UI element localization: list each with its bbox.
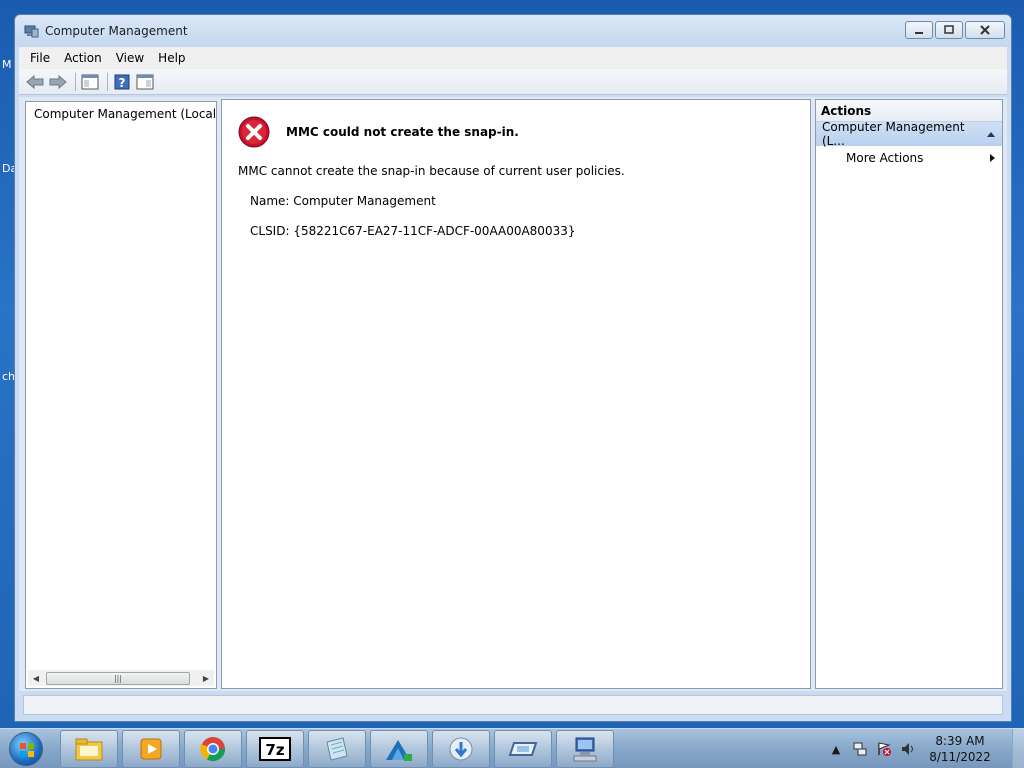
- console-tree-pane: Computer Management (Local ◀ ||| ▶: [25, 101, 217, 689]
- menu-bar: File Action View Help: [19, 47, 1007, 69]
- svg-text:7z: 7z: [265, 741, 284, 759]
- clock-time: 8:39 AM: [935, 734, 985, 748]
- windows-logo-icon: [9, 732, 43, 766]
- forward-arrow-icon[interactable]: [48, 72, 68, 92]
- toolbar: ?: [19, 69, 1007, 95]
- actions-header: Actions: [816, 100, 1002, 122]
- error-message: MMC cannot create the snap-in because of…: [238, 164, 625, 178]
- result-pane: MMC could not create the snap-in. MMC ca…: [221, 99, 811, 689]
- taskbar-chrome-button[interactable]: [184, 730, 242, 768]
- update-icon: [449, 737, 473, 761]
- toolbar-separator: [107, 72, 108, 91]
- status-bar: [23, 695, 1003, 715]
- 7zip-icon: 7z: [259, 737, 291, 761]
- scroll-left-icon[interactable]: ◀: [28, 674, 44, 683]
- tree-item-computer-management[interactable]: Computer Management (Local: [26, 102, 216, 126]
- taskbar-update-button[interactable]: [432, 730, 490, 768]
- taskbar-wireshark-button[interactable]: [370, 730, 428, 768]
- network-status-icon[interactable]: [852, 741, 868, 757]
- computer-management-window: Computer Management File Action View Hel…: [14, 14, 1012, 722]
- tree-item-label: Computer Management (Local: [34, 107, 216, 121]
- error-icon: [238, 116, 270, 148]
- more-actions-item[interactable]: More Actions: [816, 146, 1002, 170]
- show-hidden-icons-icon[interactable]: ▲: [828, 741, 844, 757]
- svg-text:?: ?: [119, 76, 126, 90]
- network-icon: [508, 742, 538, 756]
- error-title: MMC could not create the snap-in.: [286, 125, 519, 139]
- actions-pane: Actions Computer Management (L... More A…: [815, 99, 1003, 689]
- computer-management-icon: [573, 737, 597, 762]
- taskbar-media-player-button[interactable]: [122, 730, 180, 768]
- chrome-icon: [200, 737, 225, 762]
- taskbar: 7z ▲ 8:39 AM 8/11/2022: [0, 728, 1024, 768]
- snap-in-name: Name: Computer Management: [250, 194, 436, 208]
- computer-management-icon: [23, 23, 39, 39]
- window-title: Computer Management: [45, 24, 188, 38]
- wireshark-icon: [386, 740, 412, 761]
- collapse-up-icon[interactable]: [986, 130, 996, 138]
- snap-in-clsid: CLSID: {58221C67-EA27-11CF-ADCF-00AA00A8…: [250, 224, 576, 238]
- show-hide-action-pane-icon[interactable]: [135, 72, 155, 92]
- toolbar-separator: [75, 72, 76, 91]
- desktop-label-1: M: [2, 58, 12, 71]
- help-icon[interactable]: ?: [112, 72, 132, 92]
- taskbar-7zip-button[interactable]: 7z: [246, 730, 304, 768]
- start-button[interactable]: [4, 730, 48, 768]
- media-player-icon: [140, 738, 162, 760]
- scrollbar-thumb[interactable]: |||: [46, 671, 190, 685]
- content-area: Computer Management (Local ◀ ||| ▶ MMC c…: [19, 97, 1007, 691]
- more-actions-label: More Actions: [846, 151, 924, 165]
- show-desktop-button[interactable]: [1012, 729, 1024, 768]
- submenu-arrow-icon: [990, 154, 995, 162]
- show-hide-console-tree-icon[interactable]: [80, 72, 100, 92]
- minimize-button[interactable]: [905, 21, 933, 39]
- title-bar[interactable]: Computer Management: [15, 15, 1011, 47]
- system-tray: ▲ 8:39 AM 8/11/2022: [828, 729, 1024, 768]
- taskbar-notepad-button[interactable]: [308, 730, 366, 768]
- actions-group-computer-management[interactable]: Computer Management (L...: [816, 120, 1002, 148]
- back-arrow-icon[interactable]: [25, 72, 45, 92]
- taskbar-network-button[interactable]: [494, 730, 552, 768]
- menu-file[interactable]: File: [23, 49, 57, 67]
- notepad-icon: [326, 737, 348, 761]
- clock-date: 8/11/2022: [929, 750, 991, 764]
- close-button[interactable]: [965, 21, 1005, 39]
- menu-action[interactable]: Action: [57, 49, 109, 67]
- volume-icon[interactable]: [900, 741, 916, 757]
- maximize-button[interactable]: [935, 21, 963, 39]
- clock[interactable]: 8:39 AM 8/11/2022: [924, 733, 996, 765]
- menu-view[interactable]: View: [109, 49, 151, 67]
- scroll-right-icon[interactable]: ▶: [198, 674, 214, 683]
- action-center-icon[interactable]: [876, 741, 892, 757]
- actions-group-label: Computer Management (L...: [822, 120, 965, 148]
- horizontal-scrollbar[interactable]: ◀ ||| ▶: [28, 670, 214, 686]
- menu-help[interactable]: Help: [151, 49, 192, 67]
- taskbar-computer-management-button[interactable]: [556, 730, 614, 768]
- explorer-icon: [75, 738, 103, 761]
- taskbar-explorer-button[interactable]: [60, 730, 118, 768]
